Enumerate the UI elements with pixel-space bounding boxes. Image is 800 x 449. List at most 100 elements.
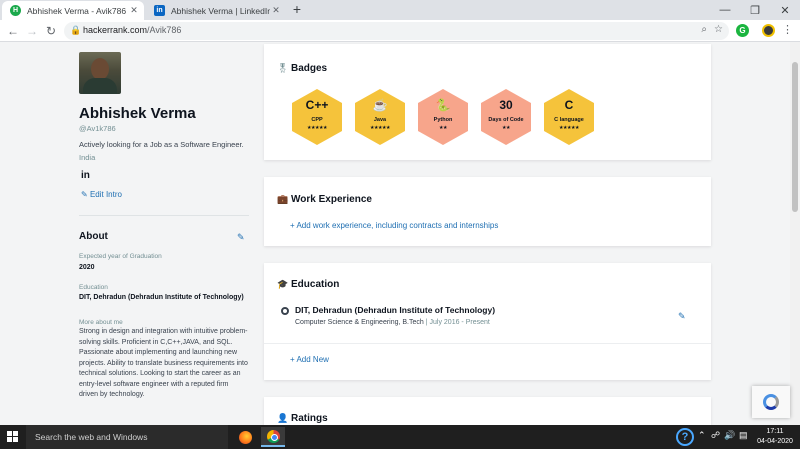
tray-chevron-icon[interactable]: ⌃	[698, 430, 706, 441]
education-card: 🎓 Education DIT, Dehradun (Dehradun Inst…	[264, 263, 711, 380]
linkedin-icon[interactable]: in	[81, 170, 90, 181]
badge-name: Python	[433, 117, 453, 123]
ratings-person-icon: 👤	[277, 413, 289, 423]
windows-start-icon[interactable]	[7, 431, 19, 443]
badge-stars: ★★★★★	[370, 125, 390, 131]
page-content: Abhishek Verma @Av1k786 Actively looking…	[0, 42, 790, 425]
tab-title: Abhishek Verma | LinkedIn	[171, 5, 270, 16]
windows-taskbar: Search the web and Windows ? ⌃ ☍ 🔊 ▤ 17:…	[0, 425, 800, 449]
edit-education-pencil-icon[interactable]: ✎	[678, 311, 686, 322]
edit-intro-label: Edit Intro	[89, 190, 122, 199]
education-label: Education	[79, 284, 108, 291]
graduation-label: Expected year of Graduation	[79, 253, 162, 260]
address-bar[interactable]: 🔒 hackerrank.com/Avik786 ⌕ ☆	[64, 22, 729, 40]
badge-4[interactable]: 30 Days of Code ★★	[479, 88, 533, 146]
scrollbar-thumb[interactable]	[792, 62, 798, 212]
badge-stars: ★★★★★	[559, 125, 579, 131]
help-icon[interactable]: ?	[676, 428, 694, 446]
clock-time: 17:11	[766, 428, 784, 435]
browser-menu-icon[interactable]: ⋮	[782, 23, 793, 36]
more-about-label: More about me	[79, 319, 123, 326]
avatar	[79, 52, 121, 94]
minimize-icon[interactable]: —	[710, 0, 740, 20]
close-tab-icon[interactable]: ✕	[128, 5, 140, 16]
badge-stars: ★★★★★	[307, 125, 327, 131]
badges-card: 🎖 Badges C++ CPP ★★★★★ ☕ Java ★★★★★ 🐍 Python ★★ 3…	[264, 44, 711, 160]
education-degree-line: Computer Science & Engineering, B.Tech |…	[295, 319, 490, 326]
browser-toolbar: ← → ↻ 🔒 hackerrank.com/Avik786 ⌕ ☆ G ⋮	[0, 20, 800, 42]
divider	[264, 343, 711, 344]
edit-intro-link[interactable]: ✎ Edit Intro	[81, 190, 122, 199]
about-title: About	[79, 231, 108, 242]
recaptcha-badge[interactable]	[752, 386, 790, 418]
badge-symbol: C	[564, 98, 574, 112]
divider	[79, 215, 249, 216]
education-value: DIT, Dehradun (Dehradun Institute of Tec…	[79, 294, 244, 301]
clock-date: 04-04-2020	[757, 438, 793, 445]
badge-5[interactable]: C C language ★★★★★	[542, 88, 596, 146]
add-work-experience-link[interactable]: + Add work experience, including contrac…	[290, 221, 498, 230]
bookmark-star-icon[interactable]: ☆	[714, 24, 723, 35]
graduation-value: 2020	[79, 264, 95, 271]
recaptcha-logo-icon	[763, 394, 779, 410]
pencil-icon: ✎	[81, 190, 88, 199]
timeline-dot	[281, 307, 289, 315]
browser-tab-strip: H Abhishek Verma - Avik786 | Hacke ✕ in …	[0, 0, 800, 20]
hackerrank-favicon-icon: H	[10, 5, 21, 16]
tab-title: Abhishek Verma - Avik786 | Hacke	[27, 5, 128, 16]
taskbar-search-placeholder: Search the web and Windows	[35, 432, 148, 442]
tab-hackerrank[interactable]: H Abhishek Verma - Avik786 | Hacke ✕	[2, 1, 144, 20]
badge-1[interactable]: C++ CPP ★★★★★	[290, 88, 344, 146]
add-education-link[interactable]: + Add New	[290, 355, 329, 364]
grammarly-extension-icon[interactable]: G	[736, 24, 749, 37]
education-title: Education	[291, 279, 340, 290]
ratings-card: 👤 Ratings	[264, 397, 711, 425]
url-text: hackerrank.com/Avik786	[83, 25, 181, 35]
url-path: /Avik786	[147, 25, 182, 35]
more-about-text: Strong in design and integration with in…	[79, 328, 248, 398]
badge-symbol: ☕	[372, 98, 388, 112]
firefox-taskbar-icon[interactable]	[233, 427, 257, 447]
page-scrollbar[interactable]	[790, 42, 800, 425]
taskbar-clock[interactable]: 17:11 04-04-2020	[754, 427, 796, 447]
badge-2[interactable]: ☕ Java ★★★★★	[353, 88, 407, 146]
profile-avatar-icon[interactable]	[762, 24, 775, 37]
volume-icon[interactable]: 🔊	[724, 430, 735, 441]
new-tab-button[interactable]: +	[290, 1, 304, 17]
badge-name: C language	[554, 117, 584, 123]
tab-linkedin[interactable]: in Abhishek Verma | LinkedIn ✕	[146, 1, 286, 20]
taskbar-search-box[interactable]: Search the web and Windows	[26, 425, 228, 449]
badge-ribbon-icon: 🎖	[277, 63, 289, 73]
briefcase-icon: 💼	[277, 194, 289, 204]
lock-icon: 🔒	[70, 25, 82, 35]
profile-name: Abhishek Verma	[79, 105, 196, 122]
ratings-title: Ratings	[291, 413, 328, 424]
restore-icon[interactable]: ❐	[740, 0, 770, 20]
badge-name: Java	[373, 117, 387, 123]
badge-name: CPP	[311, 117, 323, 123]
url-host: hackerrank.com	[83, 25, 148, 35]
badge-symbol: 🐍	[435, 98, 451, 112]
graduation-cap-icon: 🎓	[277, 279, 289, 289]
close-window-icon[interactable]: ✕	[770, 0, 800, 20]
back-arrow-icon[interactable]: ←	[5, 23, 21, 39]
edit-about-pencil-icon[interactable]: ✎	[237, 232, 245, 243]
forward-arrow-icon[interactable]: →	[24, 23, 40, 39]
reload-icon[interactable]: ↻	[43, 23, 59, 39]
badge-3[interactable]: 🐍 Python ★★	[416, 88, 470, 146]
chrome-taskbar-icon[interactable]	[261, 427, 285, 447]
badge-symbol: C++	[305, 98, 329, 112]
notifications-icon[interactable]: ▤	[739, 430, 748, 441]
close-tab-icon[interactable]: ✕	[270, 5, 282, 16]
network-icon[interactable]: ☍	[711, 430, 720, 441]
work-experience-card: 💼 Work Experience + Add work experience,…	[264, 177, 711, 246]
badges-title: Badges	[291, 63, 328, 74]
work-experience-title: Work Experience	[291, 194, 372, 205]
education-degree: Computer Science & Engineering, B.Tech	[295, 319, 424, 326]
zoom-icon[interactable]: ⌕	[701, 24, 707, 35]
education-school: DIT, Dehradun (Dehradun Institute of Tec…	[295, 305, 496, 315]
profile-handle: @Av1k786	[79, 124, 116, 133]
badge-name: Days of Code	[488, 117, 524, 123]
education-dates: | July 2016 - Present	[425, 319, 490, 326]
badge-stars: ★★	[439, 125, 447, 131]
